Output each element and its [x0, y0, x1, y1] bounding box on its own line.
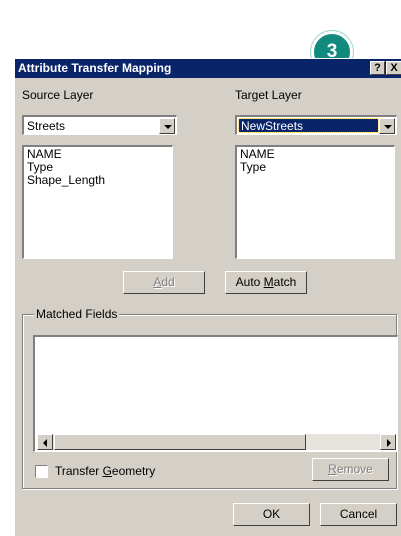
- add-button-label: Add: [153, 275, 174, 289]
- transfer-geometry-rest: eometry: [111, 464, 156, 478]
- add-accel: A: [153, 275, 162, 289]
- help-button[interactable]: ?: [370, 61, 385, 75]
- matched-fields-list[interactable]: [33, 335, 398, 452]
- auto-match-pre: Auto: [235, 275, 264, 289]
- target-layer-label: Target Layer: [235, 88, 302, 102]
- source-layer-dropdown[interactable]: Streets: [22, 115, 177, 135]
- title-bar[interactable]: Attribute Transfer Mapping ? X: [15, 59, 401, 78]
- close-button[interactable]: X: [386, 61, 401, 75]
- transfer-geometry-label[interactable]: Transfer Geometry: [55, 464, 155, 478]
- remove-accel: R: [328, 462, 337, 476]
- auto-match-rest: atch: [273, 275, 297, 289]
- add-button[interactable]: Add: [123, 271, 205, 294]
- scroll-left-button[interactable]: [37, 434, 53, 450]
- ok-button-label: OK: [262, 507, 281, 521]
- ok-button[interactable]: OK: [233, 503, 310, 526]
- cancel-button[interactable]: Cancel: [320, 503, 397, 526]
- attribute-transfer-mapping-dialog: Attribute Transfer Mapping ? X Source La…: [14, 58, 401, 536]
- chevron-down-icon: [384, 125, 392, 129]
- transfer-geometry-pre: Transfer: [55, 464, 103, 478]
- scroll-right-button[interactable]: [380, 434, 396, 450]
- auto-match-label: Auto Match: [236, 275, 297, 289]
- transfer-geometry-checkbox[interactable]: [35, 465, 48, 478]
- list-item[interactable]: Shape_Length: [27, 174, 105, 187]
- target-fields-list[interactable]: NAME Type: [235, 145, 395, 259]
- remove-button-label: Remove: [328, 462, 373, 476]
- list-item[interactable]: Type: [240, 161, 266, 174]
- remove-button[interactable]: Remove: [312, 458, 389, 481]
- cancel-button-label: Cancel: [339, 507, 378, 521]
- remove-rest: emove: [336, 462, 373, 476]
- source-layer-value: Streets: [27, 119, 66, 133]
- add-rest: dd: [161, 275, 175, 289]
- matched-fields-legend: Matched Fields: [34, 307, 120, 321]
- scrollbar-thumb[interactable]: [54, 434, 306, 450]
- arrow-right-icon: [387, 439, 391, 447]
- chevron-down-icon: [164, 125, 172, 129]
- target-layer-dropdown[interactable]: NewStreets: [235, 115, 397, 135]
- target-layer-value: NewStreets: [241, 119, 304, 133]
- target-dropdown-button[interactable]: [379, 118, 395, 134]
- auto-match-accel: M: [263, 275, 274, 289]
- dialog-title: Attribute Transfer Mapping: [18, 61, 172, 75]
- transfer-geometry-accel: G: [102, 464, 112, 478]
- target-layer-selection: NewStreets: [238, 118, 379, 133]
- source-fields-list[interactable]: NAME Type Shape_Length: [22, 145, 173, 259]
- source-dropdown-button[interactable]: [159, 118, 175, 134]
- source-layer-label: Source Layer: [22, 88, 94, 102]
- horizontal-scrollbar[interactable]: [37, 434, 396, 450]
- auto-match-button[interactable]: Auto Match: [225, 271, 307, 294]
- arrow-left-icon: [43, 439, 47, 447]
